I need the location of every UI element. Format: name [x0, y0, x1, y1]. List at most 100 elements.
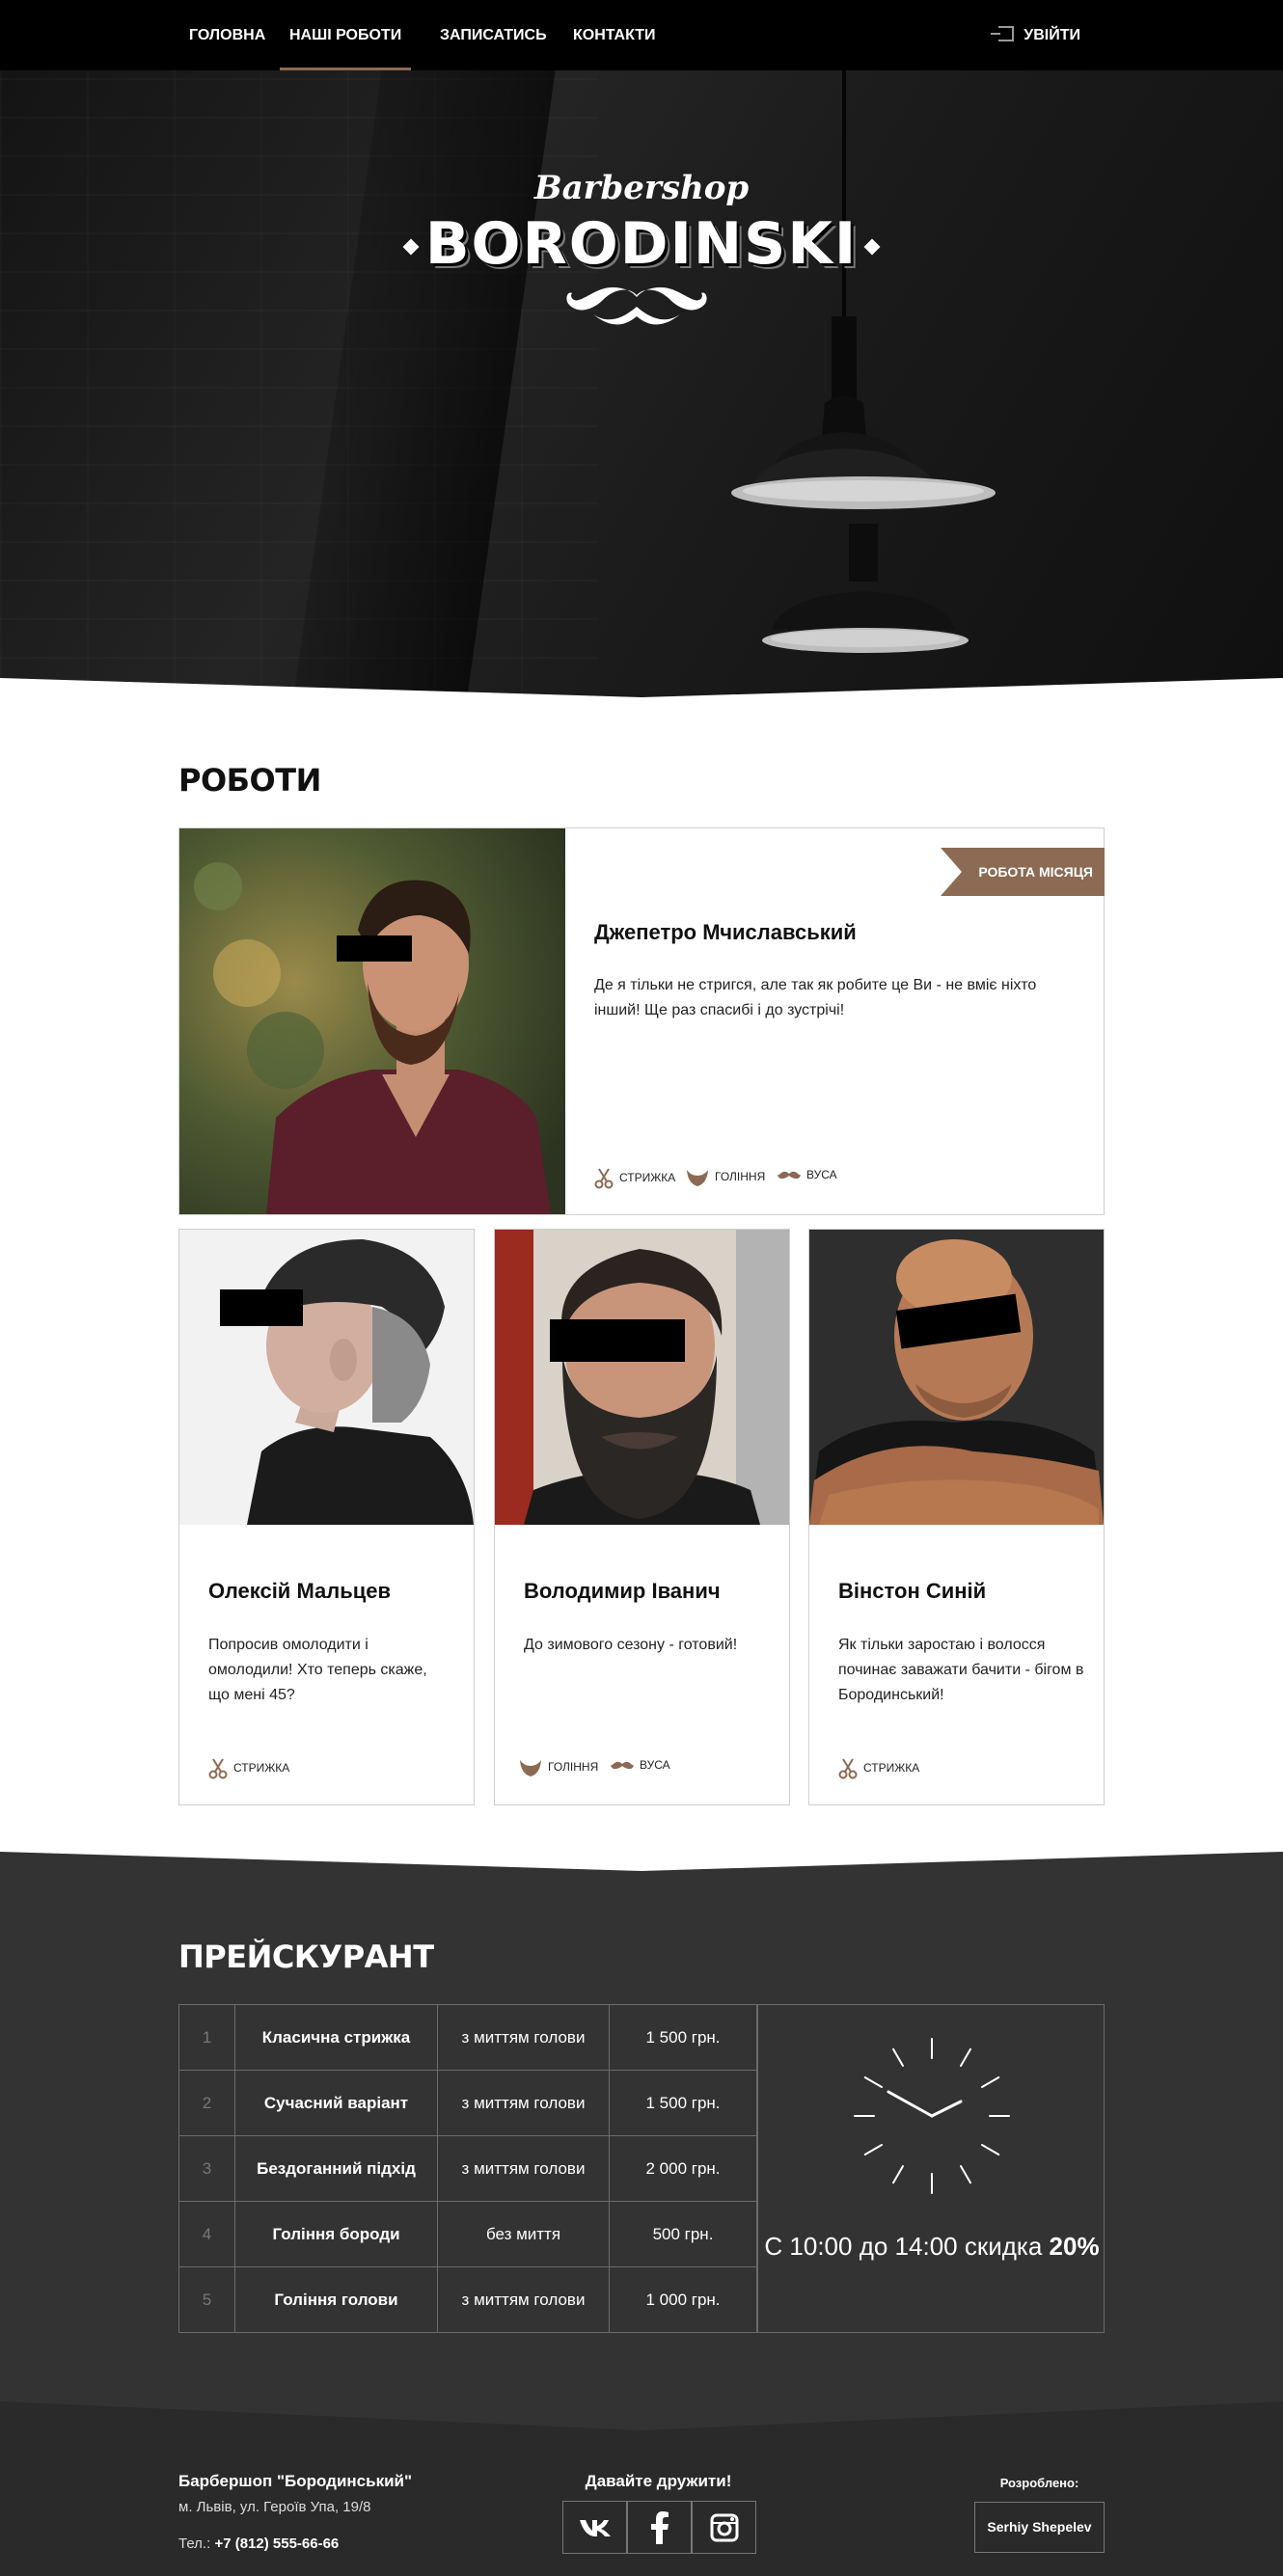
work-text: До зимового сезону - готовий!	[524, 1637, 738, 1653]
instagram-icon	[710, 2513, 738, 2541]
tag-label: СТРИЖКА	[863, 1761, 920, 1776]
service-name: Бездоганний підхід	[234, 2135, 438, 2202]
eye-censor-bar	[220, 1289, 303, 1326]
service-name: Класична стрижка	[234, 2004, 438, 2071]
service-desc: з миттям голови	[437, 2004, 610, 2071]
facebook-link[interactable]	[627, 2501, 692, 2554]
portrait-bald	[809, 1230, 1104, 1525]
tag-mustache: ВУСА	[778, 1168, 837, 1181]
scissors-icon	[208, 1758, 228, 1779]
featured-portrait	[179, 828, 565, 1214]
service-desc: з миттям голови	[437, 2266, 610, 2333]
footer-address: м. Львів, ул. Героїв Упа, 19/8	[178, 2499, 371, 2515]
eye-censor-bar	[550, 1319, 685, 1362]
table-row: 1 Класична стрижка з миттям голови 1 500…	[178, 2004, 757, 2071]
table-row: 3 Бездоганний підхід з миттям голови 2 0…	[178, 2135, 757, 2202]
nav-home[interactable]: ГОЛОВНА	[189, 0, 265, 70]
hero-banner	[0, 70, 1283, 697]
nav-our-works[interactable]: НАШІ РОБОТИ	[280, 0, 412, 70]
price-title: ПРЕЙСКУРАНТ	[178, 1939, 434, 1975]
work-photo	[495, 1230, 789, 1525]
discount-promo: С 10:00 до 14:00 скидка 20%	[758, 2232, 1106, 2262]
price-top-edge	[0, 1842, 1283, 1871]
footer-company-name: Барбершоп "Бородинський"	[178, 2472, 413, 2490]
row-number: 1	[178, 2004, 235, 2071]
work-card[interactable]: Володимир Іванич До зимового сезону - го…	[494, 1229, 790, 1805]
work-text: Попросив омолодити і омолодили! Хто тепе…	[208, 1637, 427, 1703]
vk-icon	[579, 2519, 611, 2536]
row-number: 3	[178, 2135, 235, 2202]
beard-icon	[687, 1170, 708, 1186]
featured-work-name: Джепетро Мчиславський	[594, 920, 857, 944]
nav-book[interactable]: ЗАПИСАТИСЬ	[440, 0, 547, 70]
phone-number[interactable]: +7 (812) 555-66-66	[214, 2535, 339, 2552]
beard-icon	[520, 1760, 541, 1776]
service-price: 500 грн.	[609, 2201, 757, 2267]
featured-work-photo	[179, 828, 565, 1214]
service-price: 2 000 грн.	[609, 2135, 757, 2202]
tag-haircut: СТРИЖКА	[208, 1758, 289, 1779]
table-row: 4 Гоління бороди без миття 500 грн.	[178, 2201, 757, 2267]
scissors-icon	[594, 1168, 614, 1189]
featured-work-text: Де я тільки не стригся, але так як робит…	[594, 977, 1037, 1018]
footer-top-edge	[0, 2401, 1283, 2430]
instagram-link[interactable]	[692, 2501, 756, 2554]
service-desc: без миття	[437, 2201, 610, 2267]
table-row: 2 Сучасний варіант з миттям голови 1 500…	[178, 2070, 757, 2136]
portrait-profile	[179, 1230, 474, 1525]
work-photo	[179, 1230, 474, 1525]
login-button[interactable]: УВІЙТИ	[991, 0, 1080, 70]
service-price: 1 000 грн.	[609, 2266, 757, 2333]
work-name: Олексій Мальцев	[208, 1579, 392, 1603]
discount-clock-panel: С 10:00 до 14:00 скидка 20%	[757, 2004, 1105, 2333]
service-name: Гоління бороди	[234, 2201, 438, 2267]
work-name: Вінстон Синій	[838, 1579, 987, 1603]
tag-haircut: СТРИЖКА	[594, 1168, 675, 1189]
vk-link[interactable]	[562, 2501, 627, 2554]
price-table: 1 Класична стрижка з миттям голови 1 500…	[178, 2004, 757, 2333]
work-photo	[809, 1230, 1104, 1525]
work-card[interactable]: Олексій Мальцев Попросив омолодити і омо…	[178, 1229, 475, 1805]
service-price: 1 500 грн.	[609, 2004, 757, 2071]
service-desc: з миттям голови	[437, 2135, 610, 2202]
row-number: 2	[178, 2070, 235, 2136]
tag-shaving: ГОЛІННЯ	[686, 1168, 765, 1187]
service-name: Сучасний варіант	[234, 2070, 438, 2136]
login-icon	[991, 26, 1015, 41]
facebook-icon	[650, 2510, 669, 2544]
work-of-month-ribbon: РОБОТА МІСЯЦЯ	[941, 848, 1105, 896]
hero-bottom-edge	[0, 678, 1283, 697]
tag-label: ГОЛІННЯ	[715, 1170, 766, 1184]
portrait-bearded	[495, 1230, 789, 1525]
nav-contacts[interactable]: КОНТАКТИ	[573, 0, 656, 70]
eye-censor-bar	[337, 935, 412, 962]
logo-script: Barbershop	[533, 169, 750, 207]
featured-work-card[interactable]: РОБОТА МІСЯЦЯ Джепетро Мчиславський Де я…	[178, 827, 1105, 1215]
mustache-icon	[611, 1761, 634, 1769]
lamps-illustration	[731, 70, 996, 653]
tag-label: СТРИЖКА	[619, 1171, 676, 1185]
clock-icon	[854, 2038, 1010, 2194]
tag-haircut: СТРИЖКА	[838, 1758, 919, 1779]
tag-mustache: ВУСА	[611, 1758, 670, 1772]
logo-main: BORODINSKI	[424, 210, 859, 278]
tag-label: ВУСА	[640, 1758, 670, 1772]
works-title: РОБОТИ	[178, 762, 321, 799]
promo-text: С 10:00 до 14:00 скидка	[764, 2232, 1043, 2261]
row-number: 4	[178, 2201, 235, 2267]
work-name: Володимир Іванич	[524, 1579, 721, 1603]
mustache-icon	[778, 1171, 801, 1179]
tag-label: ВУСА	[806, 1168, 837, 1181]
service-price: 1 500 грн.	[609, 2070, 757, 2136]
developer-label: Розроблено:	[999, 2476, 1079, 2490]
tag-label: ГОЛІННЯ	[548, 1760, 599, 1775]
work-text: Як тільки заростаю і волосся починає зав…	[838, 1637, 1084, 1703]
tag-label: СТРИЖКА	[233, 1761, 290, 1776]
developer-link[interactable]: Serhiy Shepelev	[974, 2502, 1105, 2553]
row-number: 5	[178, 2266, 235, 2333]
work-card[interactable]: Вінстон Синій Як тільки заростаю і волос…	[808, 1229, 1105, 1805]
social-heading: Давайте дружити!	[585, 2472, 732, 2490]
login-label: УВІЙТИ	[1024, 27, 1080, 43]
promo-value: 20%	[1049, 2232, 1100, 2261]
mustache-icon	[566, 287, 707, 325]
